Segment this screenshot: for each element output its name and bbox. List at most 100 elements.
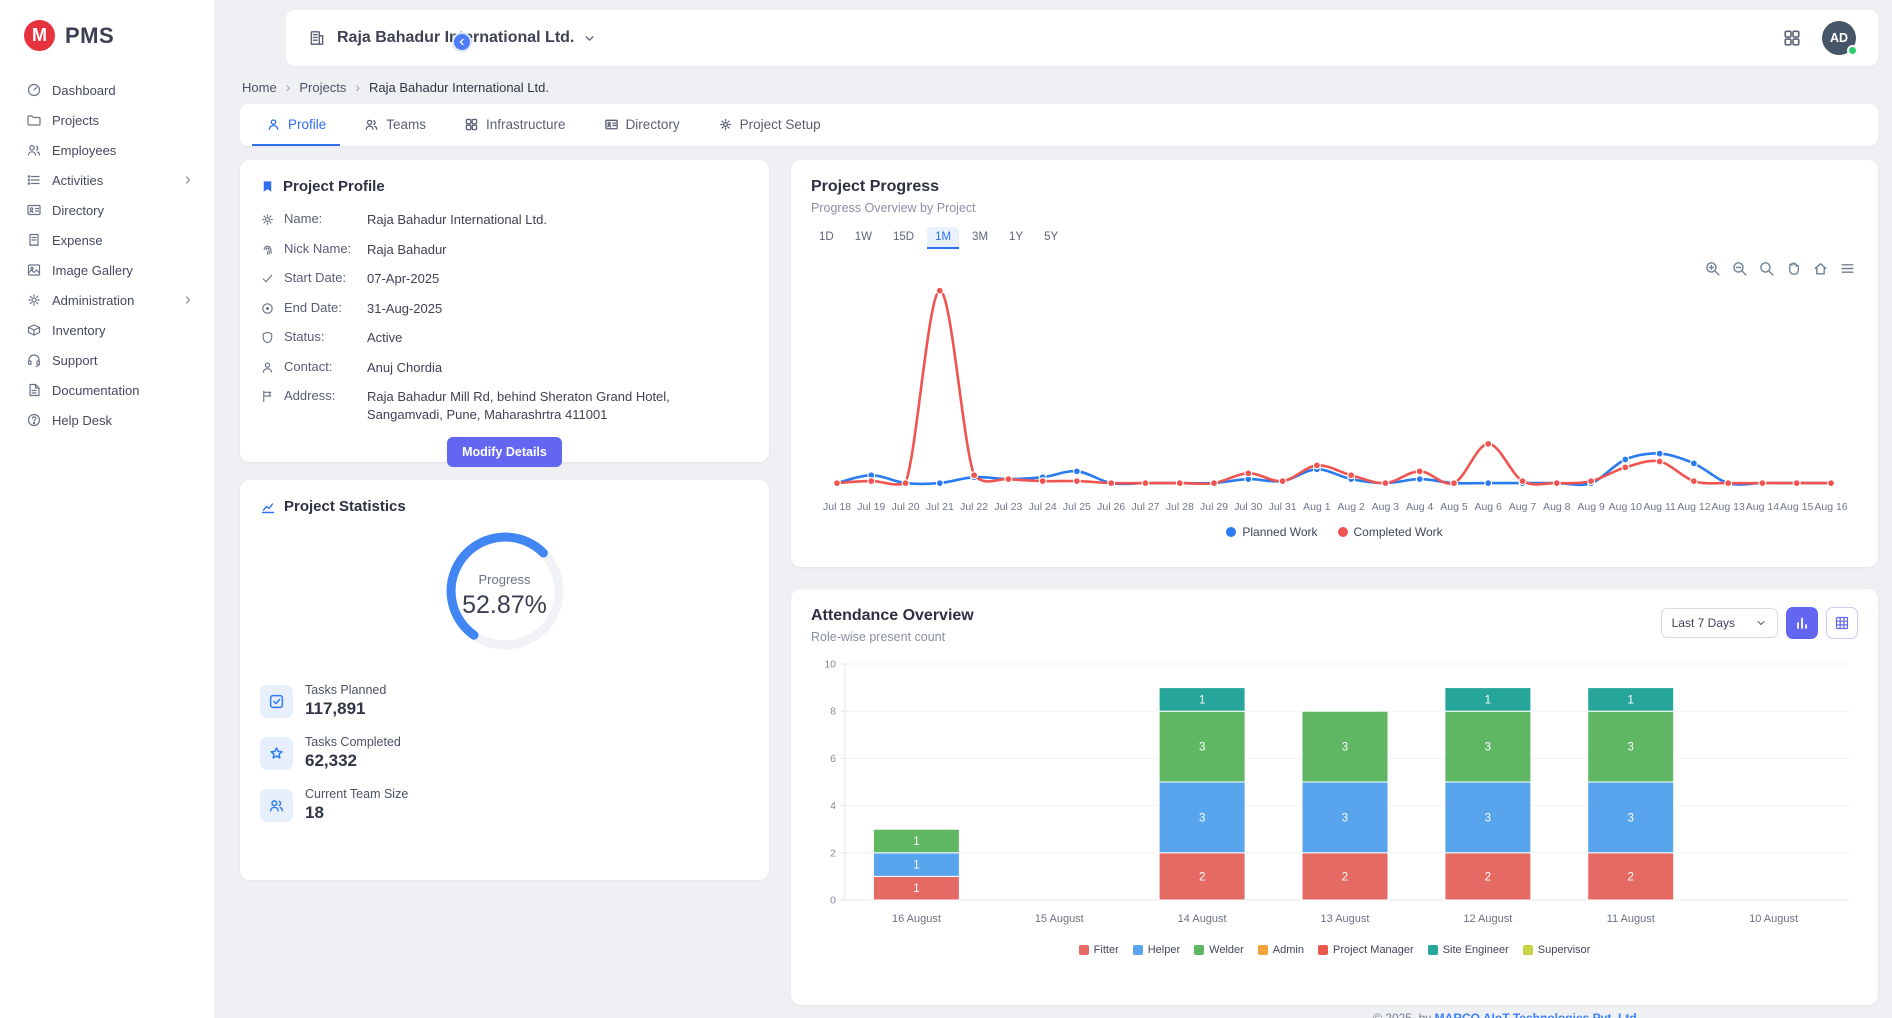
sidebar-item-label: Administration	[52, 293, 134, 308]
legend-item[interactable]: Admin	[1258, 944, 1304, 956]
range-1m[interactable]: 1M	[927, 227, 959, 249]
sidebar-item-label: Help Desk	[52, 413, 112, 428]
legend-item[interactable]: Supervisor	[1523, 944, 1591, 956]
sidebar-item-label: Dashboard	[52, 83, 116, 98]
card-subtitle: Role-wise present count	[811, 630, 974, 644]
breadcrumb: Home › Projects › Raja Bahadur Internati…	[242, 79, 1876, 95]
footer-copyright: © 2025, by MARCO AIoT Technologies Pvt. …	[791, 1011, 1878, 1018]
field-address: Address: Raja Bahadur Mill Rd, behind Sh…	[260, 388, 749, 423]
chart-legend: Fitter Helper Welder Admin Project Manager Si…	[811, 944, 1858, 956]
gear-icon	[718, 117, 733, 132]
svg-text:11 August: 11 August	[1607, 913, 1655, 925]
tab-profile[interactable]: Profile	[252, 104, 340, 146]
project-profile-card: Project Profile Name: Raja Bahadur Inter…	[240, 160, 769, 462]
svg-text:2: 2	[1199, 871, 1205, 883]
home-reset-icon[interactable]	[1812, 260, 1829, 277]
range-1d[interactable]: 1D	[811, 227, 842, 249]
check-icon	[260, 271, 275, 286]
people-icon	[26, 142, 42, 158]
people-icon	[364, 117, 379, 132]
app-logo[interactable]: M PMS	[0, 0, 214, 67]
sidebar-item-label: Image Gallery	[52, 263, 133, 278]
tab-directory[interactable]: Directory	[590, 104, 694, 146]
tab-teams[interactable]: Teams	[350, 104, 440, 146]
svg-text:2: 2	[830, 847, 836, 859]
id-card-icon	[604, 117, 619, 132]
sidebar-nav: Dashboard Projects Employees Activities …	[0, 75, 214, 435]
sidebar-item-administration[interactable]: Administration	[0, 285, 214, 315]
gear-icon	[26, 292, 42, 308]
modify-details-button[interactable]: Modify Details	[447, 437, 562, 467]
legend-item[interactable]: Helper	[1133, 944, 1180, 956]
sidebar-item-directory[interactable]: Directory	[0, 195, 214, 225]
field-status: Status: Active	[260, 329, 749, 347]
field-value: Raja Bahadur Mill Rd, behind Sheraton Gr…	[367, 388, 749, 423]
receipt-icon	[26, 232, 42, 248]
fingerprint-icon	[260, 242, 275, 257]
svg-text:2: 2	[1342, 871, 1348, 883]
sidebar-item-help-desk[interactable]: Help Desk	[0, 405, 214, 435]
pan-hand-icon[interactable]	[1785, 260, 1802, 277]
help-icon	[26, 412, 42, 428]
legend-item[interactable]: Fitter	[1079, 944, 1119, 956]
user-avatar[interactable]: AD	[1822, 21, 1856, 55]
selection-zoom-icon[interactable]	[1758, 260, 1775, 277]
tab-project-setup[interactable]: Project Setup	[704, 104, 835, 146]
legend-item[interactable]: Welder	[1194, 944, 1244, 956]
tab-infrastructure[interactable]: Infrastructure	[450, 104, 580, 146]
table-view-toggle[interactable]	[1826, 607, 1858, 639]
people-icon	[260, 789, 293, 822]
field-label: Address:	[284, 388, 358, 403]
date-range-dropdown[interactable]: Last 7 Days	[1661, 608, 1778, 638]
chevron-down-icon	[1755, 617, 1767, 629]
sidebar-item-inventory[interactable]: Inventory	[0, 315, 214, 345]
legend-item[interactable]: Project Manager	[1318, 944, 1414, 956]
zoom-in-icon[interactable]	[1704, 260, 1721, 277]
field-value: Raja Bahadur	[367, 241, 749, 259]
field-name: Name: Raja Bahadur International Ltd.	[260, 211, 749, 229]
range-5y[interactable]: 5Y	[1036, 227, 1066, 249]
building-icon	[308, 29, 326, 47]
breadcrumb-separator: ›	[286, 79, 291, 95]
sidebar-item-employees[interactable]: Employees	[0, 135, 214, 165]
sidebar-item-dashboard[interactable]: Dashboard	[0, 75, 214, 105]
svg-text:3: 3	[1628, 742, 1634, 754]
svg-text:3: 3	[1628, 812, 1634, 824]
svg-text:2: 2	[1628, 871, 1634, 883]
field-nickname: Nick Name: Raja Bahadur	[260, 241, 749, 259]
sidebar-collapse-button[interactable]	[452, 32, 472, 52]
range-1y[interactable]: 1Y	[1001, 227, 1031, 249]
legend-item[interactable]: Site Engineer	[1428, 944, 1509, 956]
field-contact: Contact: Anuj Chordia	[260, 359, 749, 377]
progress-gauge: Progress 52.87%	[439, 525, 571, 657]
range-15d[interactable]: 15D	[885, 227, 922, 249]
legend-item[interactable]: Completed Work	[1338, 525, 1443, 539]
svg-text:14 August: 14 August	[1178, 913, 1227, 925]
menu-icon[interactable]	[1839, 260, 1856, 277]
svg-text:6: 6	[830, 753, 836, 765]
range-1w[interactable]: 1W	[847, 227, 880, 249]
field-value: 07-Apr-2025	[367, 270, 749, 288]
sidebar-item-documentation[interactable]: Documentation	[0, 375, 214, 405]
zoom-out-icon[interactable]	[1731, 260, 1748, 277]
legend-item[interactable]: Planned Work	[1226, 525, 1317, 539]
chevron-down-icon[interactable]	[583, 32, 596, 45]
person-icon	[266, 117, 281, 132]
apps-grid-icon[interactable]	[1782, 28, 1802, 48]
chart-toolbar	[1704, 260, 1856, 277]
sidebar-item-support[interactable]: Support	[0, 345, 214, 375]
breadcrumb-home[interactable]: Home	[242, 80, 277, 95]
chevron-left-icon	[457, 37, 467, 47]
company-link[interactable]: MARCO AIoT Technologies Pvt. Ltd.	[1435, 1011, 1640, 1018]
bookmark-icon	[260, 179, 275, 194]
sidebar-item-activities[interactable]: Activities	[0, 165, 214, 195]
card-title: Project Statistics	[284, 498, 406, 515]
sidebar-item-expense[interactable]: Expense	[0, 225, 214, 255]
sidebar-item-projects[interactable]: Projects	[0, 105, 214, 135]
bar-view-toggle[interactable]	[1786, 607, 1818, 639]
range-3m[interactable]: 3M	[964, 227, 996, 249]
tab-label: Infrastructure	[486, 117, 566, 132]
sidebar-item-image-gallery[interactable]: Image Gallery	[0, 255, 214, 285]
svg-text:1: 1	[1628, 694, 1634, 706]
breadcrumb-projects[interactable]: Projects	[299, 80, 346, 95]
